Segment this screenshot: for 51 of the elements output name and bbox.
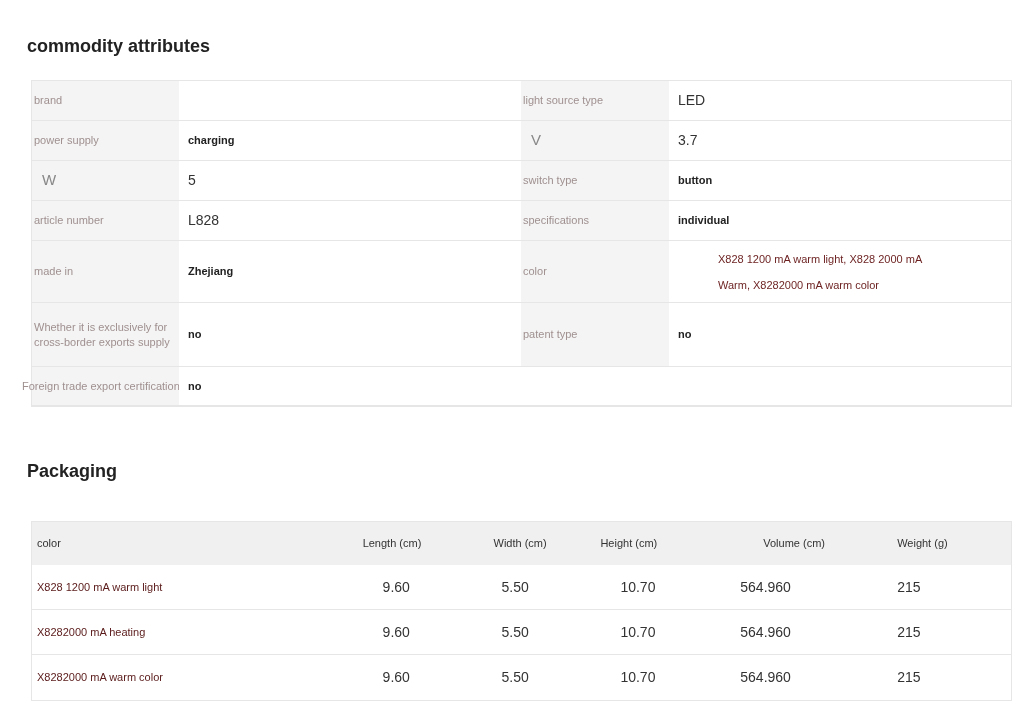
- table-cell-text: X8282000 mA warm color: [36, 670, 164, 686]
- attribute-label: specifications: [523, 213, 590, 228]
- table-cell-text: X8282000 mA heating: [36, 624, 147, 640]
- table-cell-text: 564.960: [739, 577, 792, 597]
- table-cell-text: X828 1200 mA warm light: [36, 579, 164, 595]
- table-cell-text: 9.60: [381, 577, 411, 597]
- attribute-value: charging: [188, 133, 235, 149]
- attribute-label: W: [41, 170, 57, 191]
- attribute-value: 3.7: [678, 131, 698, 150]
- attribute-value: X828 1200 mA warm light, X828 2000 mA Warm, X8282000 mA warm color: [717, 251, 923, 293]
- attribute-label: switch type: [523, 173, 578, 188]
- table-cell-text: 5.50: [500, 577, 530, 597]
- table-cell-text: 215: [896, 668, 922, 687]
- attribute-label: color: [523, 264, 547, 279]
- attribute-value: Zhejiang: [188, 264, 234, 280]
- table-cell-text: 10.70: [619, 668, 657, 687]
- attribute-value: L828: [188, 211, 220, 230]
- attribute-label: Whether it is exclusively for cross-border exports supply: [34, 319, 171, 350]
- table-cell-text: 10.70: [619, 622, 657, 642]
- table-cell-text: 564.960: [739, 622, 792, 642]
- table-cell-text: 10.70: [619, 577, 657, 597]
- attribute-value: no: [188, 327, 202, 343]
- column-header: Width (cm): [492, 536, 548, 552]
- attribute-label: light source type: [523, 93, 604, 108]
- column-header: Volume (cm): [762, 536, 826, 552]
- table-cell-text: 5.50: [500, 622, 530, 642]
- section-title: Packaging: [27, 460, 119, 483]
- attribute-label: made in: [34, 264, 74, 279]
- table-cell-text: 9.60: [381, 622, 411, 642]
- table-cell-text: 215: [896, 577, 922, 597]
- table-cell-text: 9.60: [381, 668, 411, 687]
- attribute-label: patent type: [523, 327, 578, 342]
- attribute-label: brand: [34, 93, 63, 108]
- attribute-value: no: [678, 327, 692, 343]
- attribute-label: power supply: [34, 133, 99, 148]
- attribute-label: article number: [34, 213, 104, 228]
- attribute-value: button: [678, 173, 713, 189]
- attribute-label: Foreign trade export certification: [22, 378, 180, 394]
- table-cell-text: 564.960: [739, 668, 792, 687]
- attribute-value: individual: [678, 213, 730, 229]
- attribute-value: 5: [188, 171, 196, 190]
- attribute-value: LED: [678, 91, 706, 110]
- column-header: Weight (g): [896, 536, 949, 552]
- column-header: Height (cm): [599, 536, 659, 552]
- table-cell-text: 5.50: [500, 668, 530, 687]
- table-cell-text: 215: [896, 622, 922, 642]
- section-title: commodity attributes: [27, 35, 212, 58]
- column-header: color: [36, 536, 62, 552]
- column-header: Length (cm): [361, 536, 423, 552]
- attribute-value: no: [188, 378, 202, 394]
- attribute-label: V: [530, 130, 541, 151]
